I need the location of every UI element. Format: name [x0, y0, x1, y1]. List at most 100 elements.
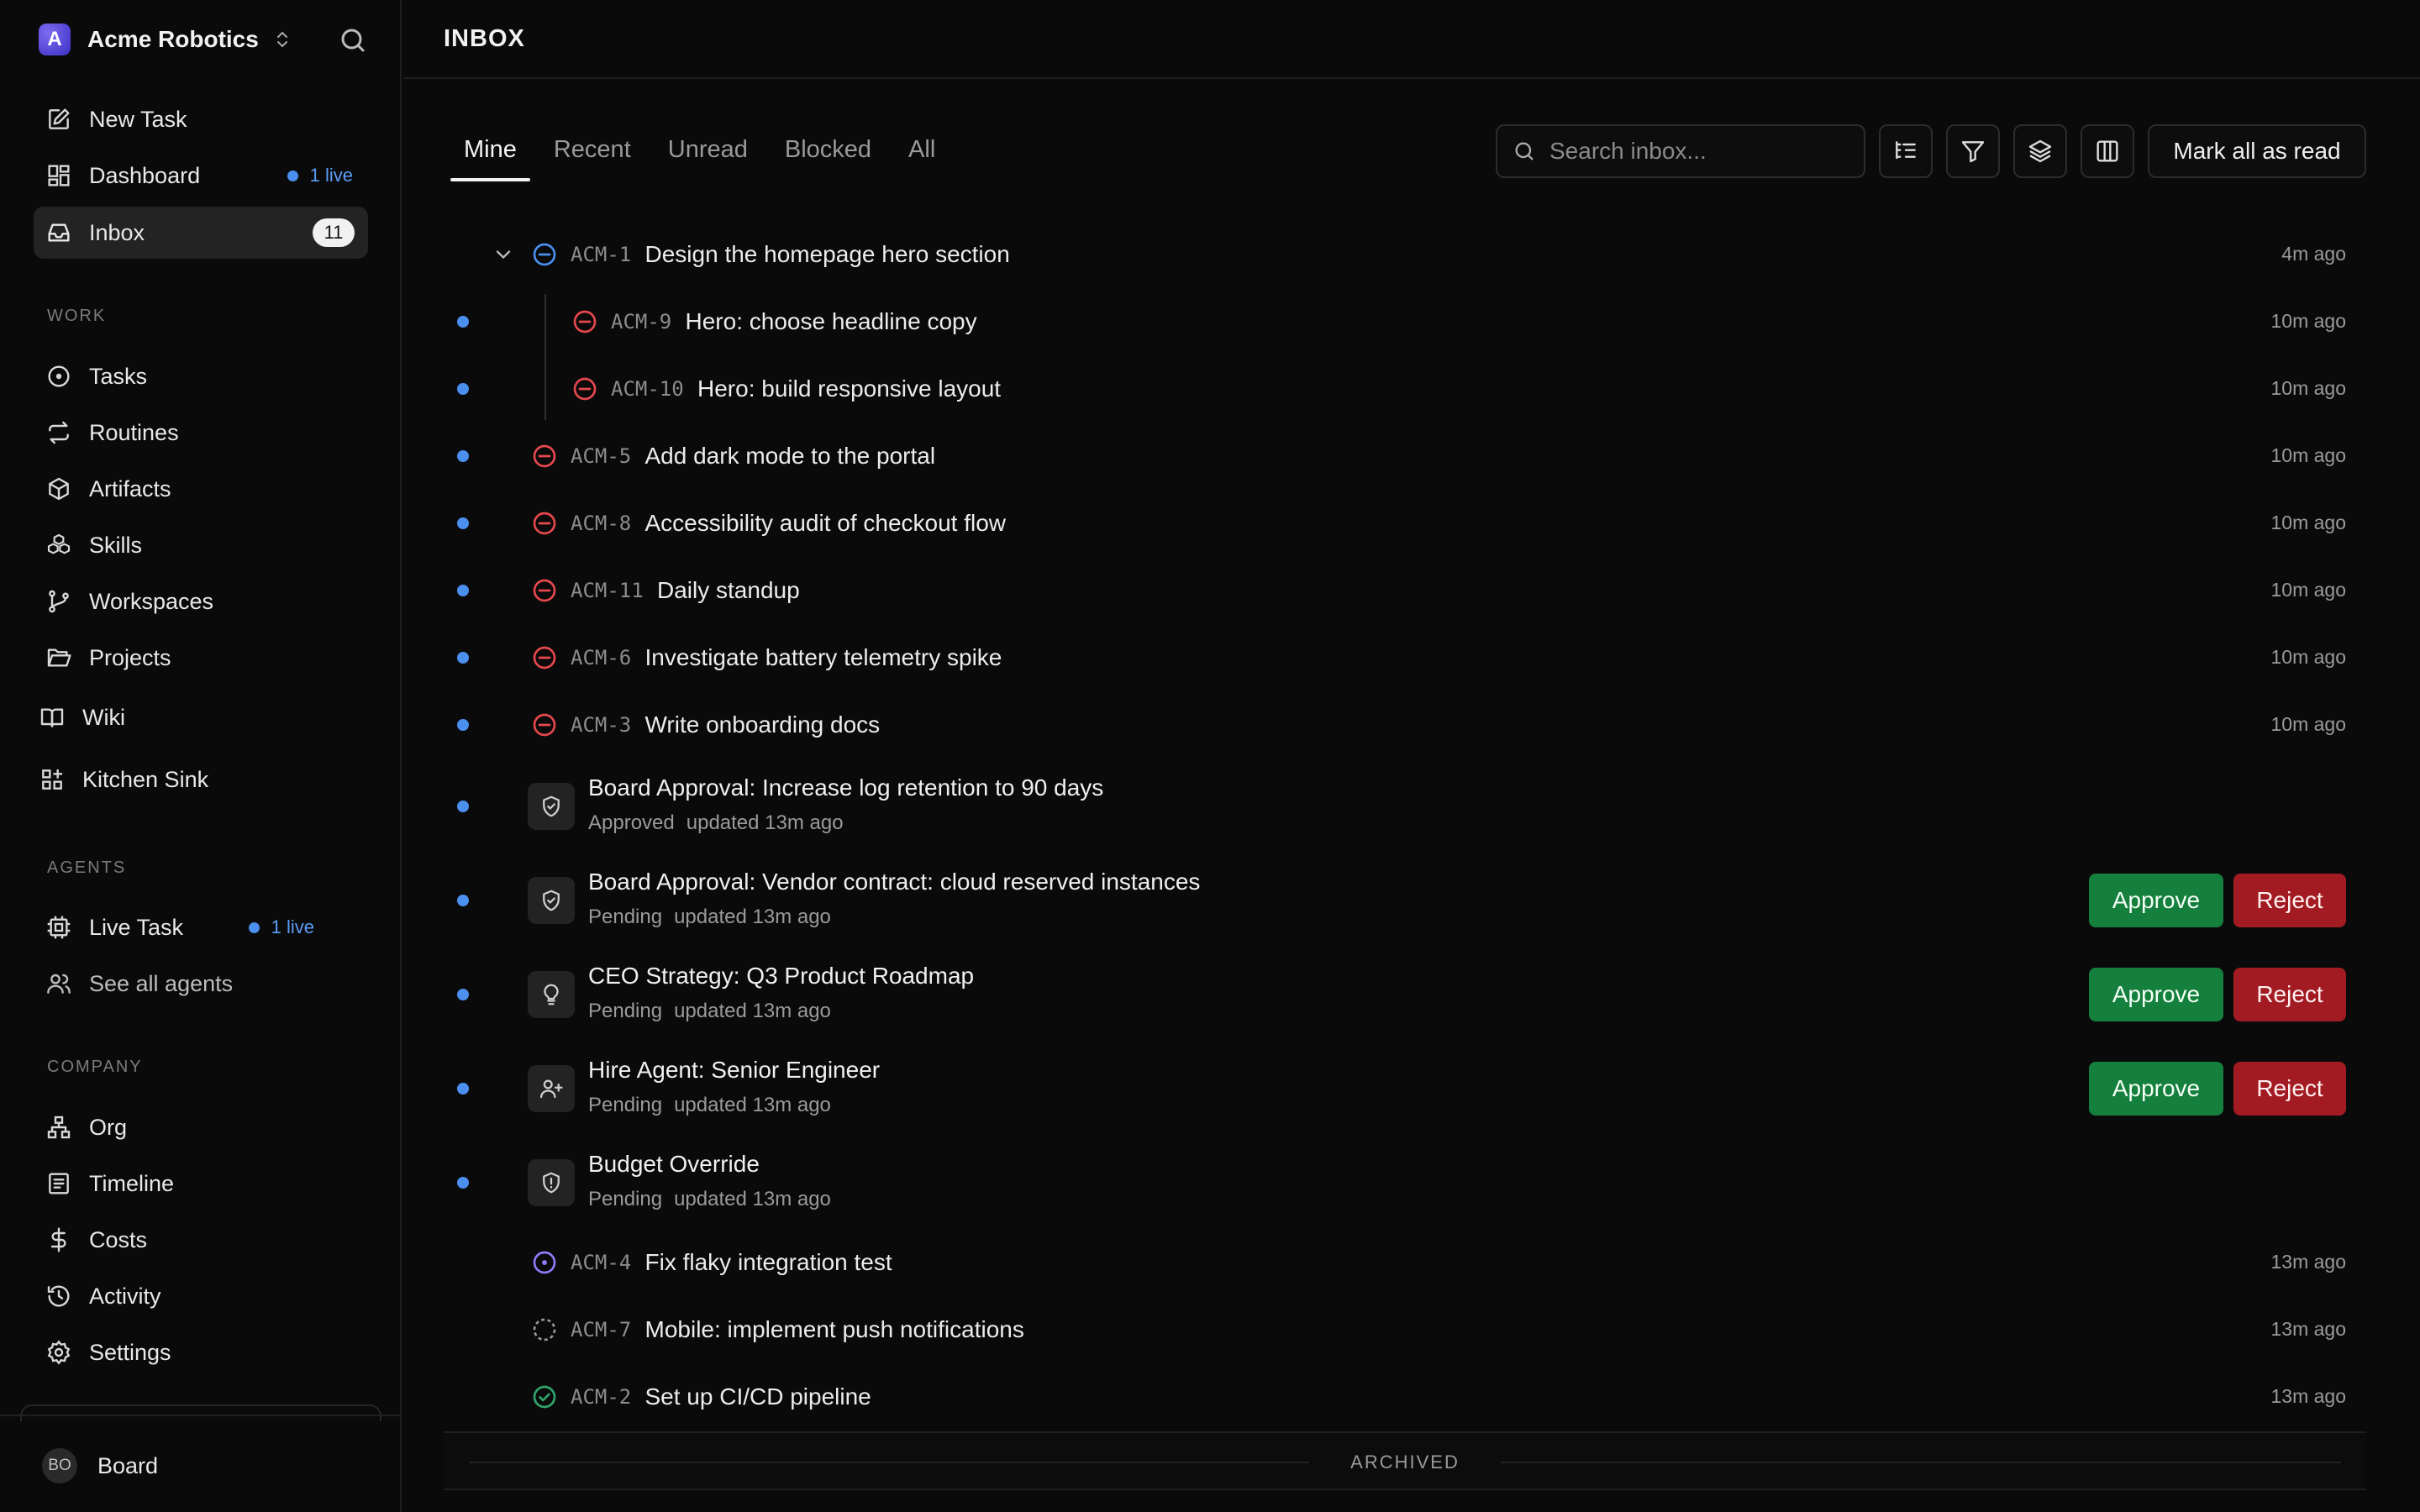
approval-meta: Pending updated 13m ago [588, 1000, 831, 1023]
chevron-up-down-icon [276, 31, 287, 48]
layers-icon [2028, 139, 2052, 163]
reject-button[interactable]: Reject [2233, 968, 2346, 1021]
task-row[interactable]: ACM-7 Mobile: implement push notification… [0, 1299, 2420, 1360]
approval-updated: updated 13m ago [674, 1188, 831, 1210]
nav-new-task[interactable]: New Task [34, 93, 368, 145]
user-plus-icon [540, 1079, 563, 1099]
approval-title: Hire Agent: Senior Engineer [588, 1057, 881, 1083]
lightbulb-box [528, 971, 575, 1018]
approval-row[interactable]: CEO Strategy: Q3 Product Roadmap Pending u… [0, 951, 2420, 1038]
filter-icon [1961, 141, 1985, 163]
task-title: Hero: choose headline copy [685, 308, 977, 334]
approval-row[interactable]: Budget Override Pending updated 13m ago [0, 1139, 2420, 1226]
search-box [1496, 124, 1865, 178]
approval-status: Pending [588, 1094, 663, 1116]
status-todo-icon [531, 1316, 558, 1343]
task-id: ACM-3 [571, 713, 632, 737]
reject-button[interactable]: Reject [2233, 1062, 2346, 1116]
approval-status: Pending [588, 906, 663, 928]
archived-label: ARCHIVED [1350, 1452, 1460, 1473]
shield-check-box [528, 783, 575, 830]
timestamp: 13m ago [2270, 1318, 2346, 1340]
tab-mine[interactable]: Mine [450, 126, 530, 185]
task-title: Fix flaky integration test [644, 1249, 892, 1275]
company-name: Acme Robotics [87, 26, 259, 52]
user-footer[interactable]: BO Board [0, 1404, 402, 1512]
approval-row[interactable]: Board Approval: Increase log retention t… [0, 763, 2420, 850]
approval-meta: Pending updated 13m ago [588, 1188, 831, 1211]
company-logo: A [39, 24, 71, 55]
archived-divider[interactable]: ARCHIVED [444, 1431, 2366, 1490]
unread-dot [457, 316, 469, 328]
task-id: ACM-2 [571, 1385, 632, 1409]
unread-dot [457, 1177, 469, 1189]
tab-recent[interactable]: Recent [540, 126, 644, 185]
approve-button[interactable]: Approve [2089, 968, 2223, 1021]
columns-button[interactable] [2081, 124, 2134, 178]
inbox-tabs: Mine Recent Unread Blocked All [450, 126, 959, 185]
approval-updated: updated 13m ago [686, 811, 844, 834]
unread-dot [457, 989, 469, 1000]
search-icon[interactable] [338, 25, 368, 55]
approve-button[interactable]: Approve [2089, 1062, 2223, 1116]
task-row[interactable]: ACM-9 Hero: choose headline copy 10m ago [0, 291, 2420, 352]
task-row[interactable]: ACM-10 Hero: build responsive layout 10m a… [0, 359, 2420, 419]
task-row[interactable]: ACM-6 Investigate battery telemetry spike… [0, 627, 2420, 688]
chevron-down-icon[interactable] [492, 243, 515, 266]
tab-blocked[interactable]: Blocked [771, 126, 885, 185]
avatar: BO [42, 1448, 77, 1483]
nav-label: Dashboard [89, 162, 201, 188]
task-title: Accessibility audit of checkout flow [644, 510, 1007, 536]
approval-title: Board Approval: Increase log retention t… [588, 774, 1104, 801]
mark-all-read-button[interactable]: Mark all as read [2148, 124, 2366, 178]
task-row[interactable]: ACM-2 Set up CI/CD pipeline 13m ago [0, 1367, 2420, 1427]
task-row[interactable]: ACM-5 Add dark mode to the portal 10m ago [0, 426, 2420, 486]
status-blocked-icon [531, 443, 558, 470]
filter-button[interactable] [1946, 124, 2000, 178]
approval-updated: updated 13m ago [674, 906, 831, 928]
task-row[interactable]: ACM-1 Design the homepage hero section 4m … [0, 224, 2420, 285]
tab-unread[interactable]: Unread [655, 126, 761, 185]
task-title: Design the homepage hero section [644, 241, 1010, 267]
task-id: ACM-1 [571, 243, 632, 266]
unread-dot [457, 895, 469, 906]
unread-dot [457, 383, 469, 395]
company-switcher[interactable]: A Acme Robotics [39, 22, 292, 57]
timestamp: 10m ago [2270, 444, 2346, 466]
tab-all[interactable]: All [895, 126, 949, 185]
approval-row[interactable]: Board Approval: Vendor contract: cloud r… [0, 857, 2420, 944]
nesting-toggle-button[interactable] [1879, 124, 1933, 178]
timestamp: 10m ago [2270, 713, 2346, 735]
task-id: ACM-5 [571, 444, 632, 468]
task-id: ACM-11 [571, 579, 644, 602]
approval-title: CEO Strategy: Q3 Product Roadmap [588, 963, 975, 989]
columns-icon [2096, 140, 2118, 162]
task-title: Investigate battery telemetry spike [644, 644, 1002, 670]
pencil-square-icon [49, 108, 70, 129]
task-id: ACM-9 [611, 310, 672, 333]
reject-button[interactable]: Reject [2233, 874, 2346, 927]
shield-check-icon [543, 795, 560, 817]
task-id: ACM-7 [571, 1318, 632, 1341]
task-row[interactable]: ACM-4 Fix flaky integration test 13m ago [0, 1232, 2420, 1293]
task-row[interactable]: ACM-3 Write onboarding docs 10m ago [0, 695, 2420, 755]
unread-dot [457, 1083, 469, 1095]
task-title: Write onboarding docs [644, 711, 881, 738]
task-id: ACM-6 [571, 646, 632, 669]
nav-dashboard[interactable]: Dashboard 1 live [34, 150, 368, 202]
group-by-button[interactable] [2013, 124, 2067, 178]
task-title: Set up CI/CD pipeline [644, 1383, 871, 1410]
list-tree-icon [1896, 141, 1916, 160]
task-title: Hero: build responsive layout [697, 375, 1002, 402]
lightbulb-icon [544, 984, 559, 1005]
approval-row[interactable]: Hire Agent: Senior Engineer Pending update… [0, 1045, 2420, 1132]
search-input[interactable] [1549, 138, 1852, 165]
approve-button[interactable]: Approve [2089, 874, 2223, 927]
search-icon [1515, 142, 1534, 160]
task-row[interactable]: ACM-8 Accessibility audit of checkout flo… [0, 493, 2420, 554]
user-name: Board [97, 1453, 159, 1478]
approval-title: Budget Override [588, 1151, 760, 1177]
status-in-review-icon [531, 241, 558, 268]
task-row[interactable]: ACM-11 Daily standup 10m ago [0, 560, 2420, 621]
status-blocked-icon [571, 308, 598, 335]
